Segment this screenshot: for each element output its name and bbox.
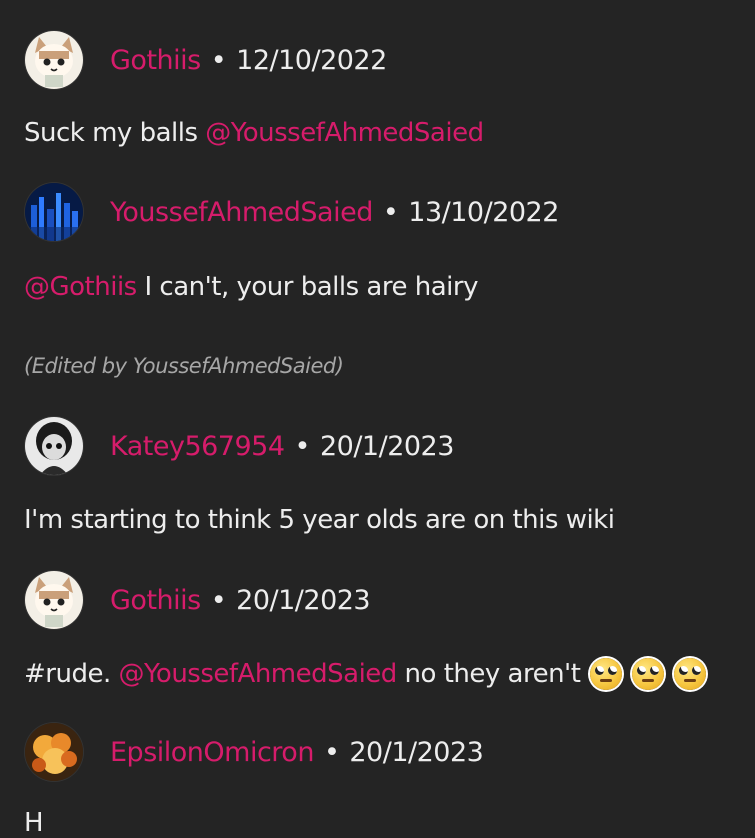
comment-text: no they aren't: [396, 659, 581, 689]
separator-dot: •: [323, 736, 340, 768]
eye-roll-emoji-icon: [590, 658, 623, 690]
mention-link[interactable]: @Gothiis: [24, 272, 137, 302]
comment-body: #rude. @YoussefAhmedSaied no they aren't: [24, 658, 755, 690]
doll-avatar-icon[interactable]: [25, 417, 83, 475]
separator-dot: •: [294, 430, 311, 462]
comment-header: YoussefAhmedSaied • 13/10/2022: [25, 182, 755, 242]
separator-dot: •: [210, 44, 227, 76]
comment-date: 13/10/2022: [408, 196, 559, 228]
comment-body: Suck my balls @YoussefAhmedSaied: [24, 118, 755, 148]
blue-city-avatar-icon[interactable]: [25, 183, 83, 241]
comment-author[interactable]: Gothiis: [110, 585, 201, 616]
comment-body: I'm starting to think 5 year olds are on…: [24, 505, 615, 535]
comment-body: H: [24, 808, 44, 838]
comment-author[interactable]: Gothiis: [110, 45, 201, 76]
comment-header: EpsilonOmicron • 20/1/2023: [25, 722, 755, 782]
comment-text: I can't, your balls are hairy: [136, 272, 478, 302]
cat-avatar-icon[interactable]: [25, 31, 83, 89]
comment-author[interactable]: YoussefAhmedSaied: [110, 197, 373, 228]
separator-dot: •: [210, 584, 227, 616]
comment-author[interactable]: EpsilonOmicron: [110, 737, 314, 768]
comment-text: #rude.: [24, 659, 119, 689]
comment-author[interactable]: Katey567954: [110, 431, 285, 462]
eye-roll-emoji-icon: [632, 658, 665, 690]
separator-dot: •: [382, 196, 399, 228]
comment-date: 20/1/2023: [319, 430, 454, 462]
edited-note: (Edited by YoussefAhmedSaied): [24, 354, 344, 378]
comment-header: Gothiis • 20/1/2023: [25, 570, 755, 630]
comment-date: 20/1/2023: [236, 584, 371, 616]
mention-link[interactable]: @YoussefAhmedSaied: [205, 118, 484, 148]
food-avatar-icon[interactable]: [25, 723, 83, 781]
comment-date: 20/1/2023: [349, 736, 484, 768]
comment-header: Katey567954 • 20/1/2023: [25, 416, 755, 476]
comment-text: Suck my balls: [24, 118, 206, 148]
comment-date: 12/10/2022: [236, 44, 387, 76]
comment-body: @Gothiis I can't, your balls are hairy: [24, 272, 755, 302]
comment-header: Gothiis • 12/10/2022: [25, 30, 755, 90]
eye-roll-emoji-icon: [674, 658, 707, 690]
cat-avatar-icon[interactable]: [25, 571, 83, 629]
mention-link[interactable]: @YoussefAhmedSaied: [118, 659, 397, 689]
